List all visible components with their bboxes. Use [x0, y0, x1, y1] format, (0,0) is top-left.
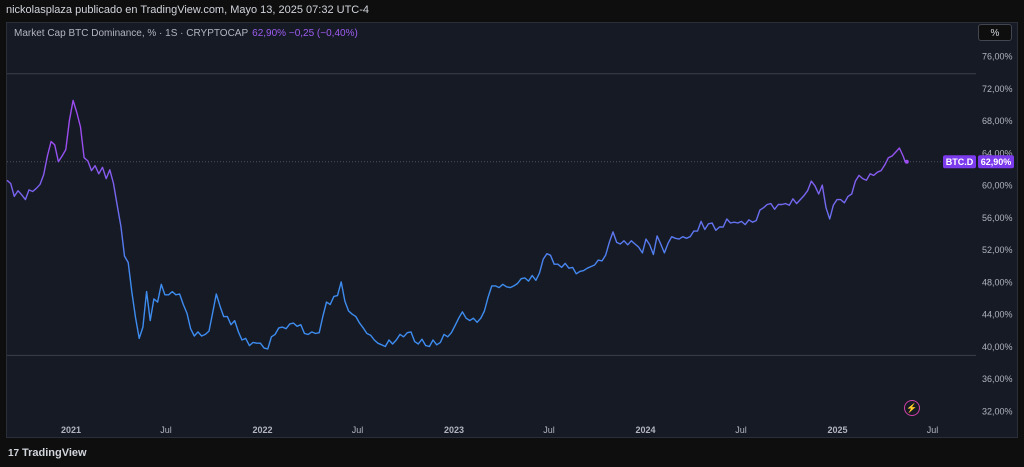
- y-tick-label: 44,00%: [982, 310, 1013, 320]
- series-line: [6, 99, 907, 350]
- x-tick-label: Jul: [160, 425, 172, 435]
- y-tick-label: 72,00%: [982, 84, 1013, 94]
- price-tag-label: 62,90%: [981, 157, 1012, 167]
- x-tick-label: Jul: [735, 425, 747, 435]
- y-tick-label: 36,00%: [982, 374, 1013, 384]
- y-tick-label: 40,00%: [982, 342, 1013, 352]
- y-tick-label: 52,00%: [982, 245, 1013, 255]
- legend-symbol: Market Cap BTC Dominance, % · 1S · CRYPT…: [14, 28, 249, 39]
- x-tick-label: 2024: [635, 425, 655, 435]
- series-layer: [6, 99, 909, 350]
- percent-scale-button[interactable]: %: [978, 24, 1012, 41]
- x-tick-label: 2023: [444, 425, 464, 435]
- y-tick-label: 68,00%: [982, 116, 1013, 126]
- last-point-marker: [904, 159, 909, 164]
- y-tick-label: 56,00%: [982, 213, 1013, 223]
- y-tick-label: 32,00%: [982, 407, 1013, 417]
- x-tick-label: Jul: [352, 425, 364, 435]
- tradingview-logo[interactable]: 17 TradingView: [8, 447, 87, 459]
- footer: 17 TradingView: [0, 443, 1024, 467]
- x-tick-label: 2021: [61, 425, 81, 435]
- lightning-icon[interactable]: ⚡: [904, 400, 920, 416]
- symbol-tag-label: BTC.D: [946, 157, 974, 167]
- tradingview-logo-icon: 17: [8, 448, 20, 459]
- legend-value: 62,90% −0,25 (−0,40%): [252, 28, 358, 39]
- x-tick-label: 2025: [828, 425, 848, 435]
- price-tag-layer: BTC.D 62,90%: [943, 155, 1014, 169]
- y-tick-label: 76,00%: [982, 52, 1013, 62]
- x-tick-label: Jul: [927, 425, 939, 435]
- brand-name: TradingView: [22, 447, 87, 459]
- chart-svg[interactable]: 32,00% 36,00% 40,00% 44,00% 48,00% 52,00% 56,0…: [0, 0, 1024, 467]
- x-axis: 2021 Jul 2022 Jul 2023 Jul 2024 Jul 2025 Jul: [61, 425, 938, 435]
- chart-legend: Market Cap BTC Dominance, % · 1S · CRYPT…: [14, 28, 358, 39]
- y-tick-label: 48,00%: [982, 277, 1013, 287]
- y-tick-label: 60,00%: [982, 181, 1013, 191]
- y-axis: 32,00% 36,00% 40,00% 44,00% 48,00% 52,00% 56,0…: [982, 52, 1013, 417]
- x-tick-label: Jul: [543, 425, 555, 435]
- x-tick-label: 2022: [252, 425, 272, 435]
